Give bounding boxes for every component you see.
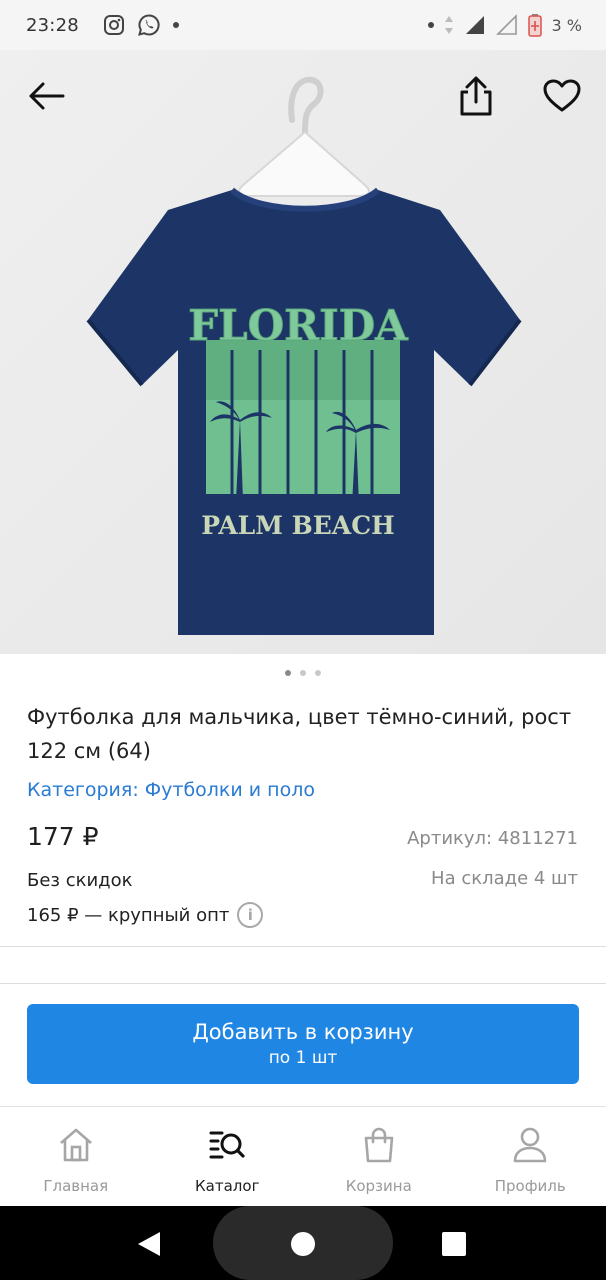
category-link[interactable]: Категория: Футболки и поло — [27, 779, 315, 801]
product-price: 177 ₽ — [27, 822, 99, 851]
favorite-button[interactable] — [538, 72, 586, 120]
wholesale-price-text: 165 ₽ — крупный опт — [27, 904, 230, 926]
nav-item-home[interactable]: Главная — [0, 1107, 152, 1206]
print-text-top: FLORIDA — [188, 301, 409, 350]
pager-dot[interactable] — [285, 670, 291, 676]
home-icon — [59, 1128, 92, 1162]
status-bar: 23:28 3 % — [0, 0, 606, 50]
arrow-left-icon — [29, 82, 65, 110]
divider — [0, 983, 606, 984]
nav-label-profile: Профиль — [494, 1177, 566, 1195]
nav-label-catalog: Каталог — [195, 1177, 260, 1195]
triangle-back-icon — [138, 1232, 160, 1256]
nav-item-profile[interactable]: Профиль — [455, 1107, 606, 1206]
share-button[interactable] — [452, 72, 500, 120]
signal-icon — [465, 16, 484, 34]
profile-icon — [513, 1127, 547, 1163]
status-time: 23:28 — [26, 14, 79, 36]
image-pager[interactable] — [0, 670, 606, 676]
nav-label-cart: Корзина — [345, 1177, 412, 1195]
catalog-search-icon — [209, 1131, 245, 1159]
product-image: FLORIDA PALM BEACH — [0, 50, 606, 654]
cart-bag-icon — [364, 1127, 394, 1163]
nav-item-catalog[interactable]: Каталог — [152, 1107, 304, 1206]
pager-dot[interactable] — [300, 670, 306, 676]
notification-dot — [172, 22, 179, 28]
status-dot — [427, 22, 434, 28]
data-arrows-icon — [444, 16, 453, 34]
bottom-navigation: Главная Каталог Корзина Профиль — [0, 1106, 606, 1206]
add-to-cart-button[interactable]: Добавить в корзину по 1 шт — [27, 1004, 579, 1084]
pager-dot[interactable] — [315, 670, 321, 676]
system-navigation-bar — [0, 1206, 606, 1280]
product-image-gallery[interactable]: FLORIDA PALM BEACH — [0, 50, 606, 654]
back-button[interactable] — [22, 72, 70, 120]
square-recents-icon — [442, 1232, 466, 1256]
nav-item-cart[interactable]: Корзина — [303, 1107, 455, 1206]
wholesale-price: 165 ₽ — крупный опт i — [27, 902, 264, 928]
discount-note: Без скидок — [27, 870, 133, 891]
system-home-button[interactable] — [286, 1231, 320, 1257]
add-to-cart-label: Добавить в корзину — [192, 1020, 414, 1044]
system-recents-button[interactable] — [438, 1231, 470, 1257]
instagram-icon — [103, 15, 124, 35]
whatsapp-icon — [137, 14, 160, 36]
add-to-cart-quantity: по 1 шт — [268, 1048, 338, 1068]
circle-home-icon — [291, 1232, 315, 1256]
info-icon[interactable]: i — [237, 902, 264, 928]
print-text-bottom: PALM BEACH — [201, 511, 394, 540]
product-title: Футболка для мальчика, цвет тёмно-синий,… — [27, 705, 572, 763]
nav-label-home: Главная — [43, 1177, 109, 1195]
stock-status: На складе 4 шт — [431, 868, 578, 889]
battery-percent: 3 % — [551, 15, 582, 35]
heart-icon — [543, 79, 581, 112]
share-icon — [460, 76, 492, 116]
battery-icon — [527, 14, 542, 37]
divider — [0, 946, 606, 947]
product-sku: Артикул: 4811271 — [407, 828, 578, 849]
system-back-button[interactable] — [132, 1227, 166, 1261]
signal-empty-icon — [495, 14, 517, 35]
